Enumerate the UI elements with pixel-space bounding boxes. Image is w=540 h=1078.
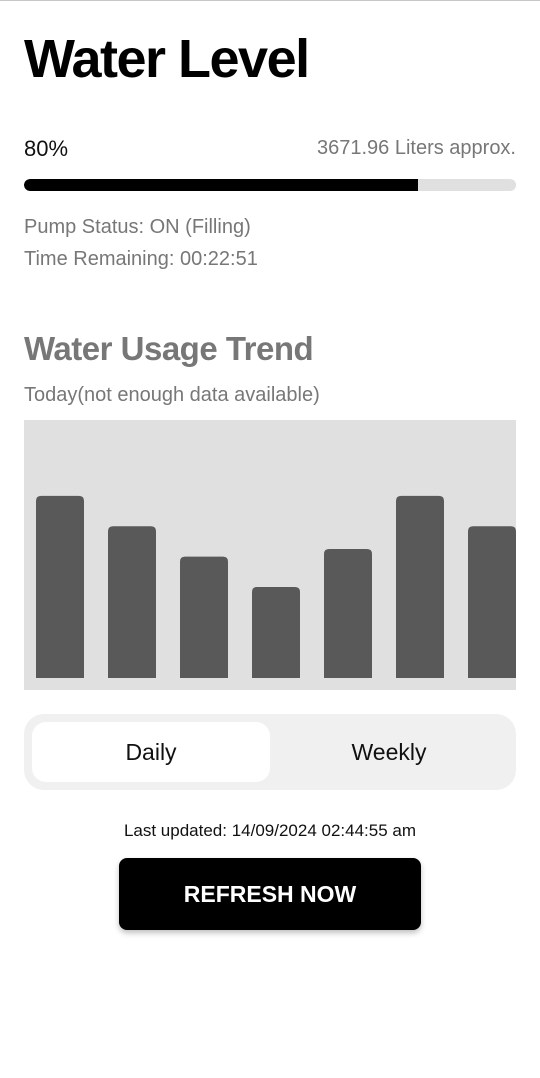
chart-bar bbox=[252, 586, 300, 678]
pump-status: Pump Status: ON (Filling) bbox=[24, 216, 251, 238]
level-row: 80% 3671.96 Liters approx. bbox=[24, 136, 516, 162]
level-percent: 80% bbox=[24, 136, 69, 161]
period-toggle: Daily Weekly bbox=[24, 714, 516, 790]
chart-bar bbox=[36, 495, 84, 678]
trend-title: Water Usage Trend bbox=[24, 330, 314, 367]
level-liters: 3671.96 Liters approx. bbox=[316, 137, 516, 159]
usage-chart bbox=[24, 420, 516, 690]
chart-bar bbox=[396, 495, 444, 678]
usage-chart-svg bbox=[36, 495, 516, 678]
page-title: Water Level bbox=[24, 29, 310, 89]
top-divider bbox=[0, 0, 540, 1]
level-progress-fill bbox=[24, 179, 418, 191]
chart-bar bbox=[468, 526, 516, 678]
chart-bar bbox=[324, 549, 372, 678]
refresh-button[interactable]: REFRESH NOW bbox=[119, 858, 421, 930]
level-progress-bar bbox=[24, 179, 516, 191]
time-remaining: Time Remaining: 00:22:51 bbox=[24, 248, 258, 270]
tab-weekly[interactable]: Weekly bbox=[270, 722, 508, 782]
tab-daily[interactable]: Daily bbox=[32, 722, 270, 782]
chart-bar bbox=[108, 526, 156, 678]
last-updated: Last updated: 14/09/2024 02:44:55 am bbox=[123, 821, 417, 840]
trend-subtitle: Today(not enough data available) bbox=[24, 384, 320, 406]
chart-bar bbox=[180, 556, 228, 678]
